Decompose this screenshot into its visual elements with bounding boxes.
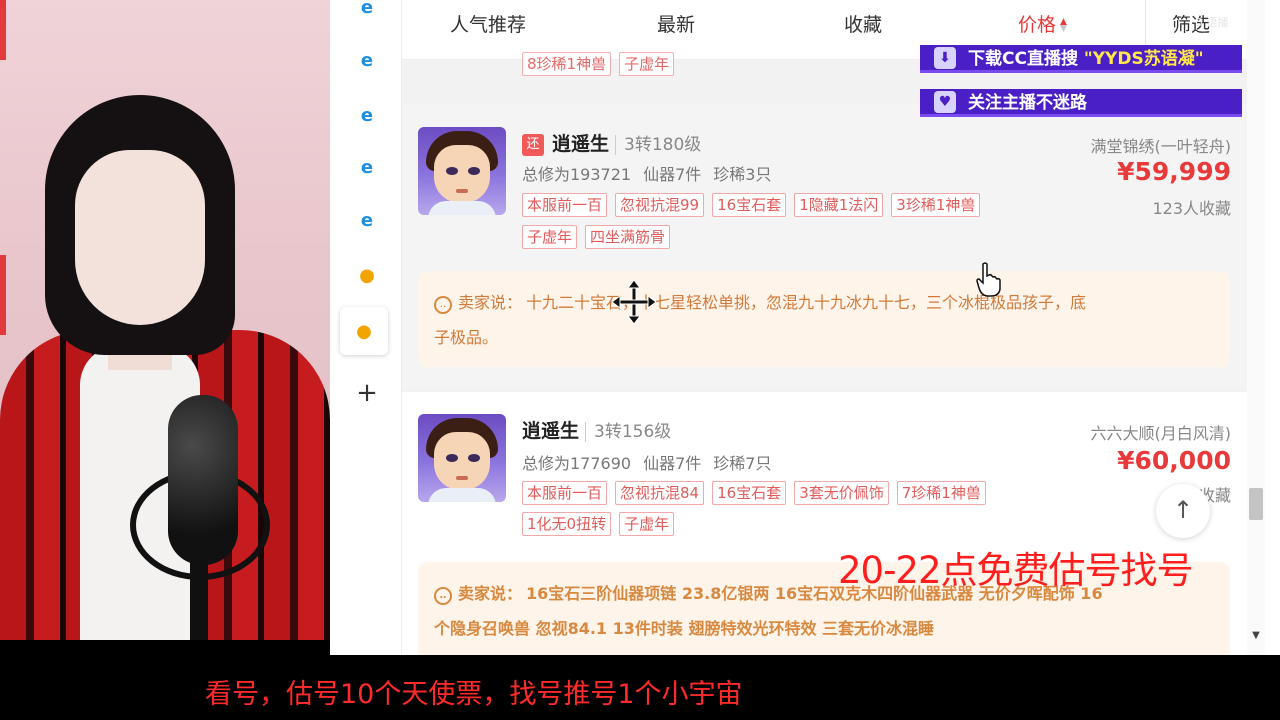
seller-label: 卖家说：: [458, 584, 523, 603]
listing-tags: 本服前一百 忽视抗混99 16宝石套 1隐藏1法闪 3珍稀1神兽: [522, 193, 988, 217]
tag: 本服前一百: [522, 193, 608, 217]
listing-card[interactable]: 还逍遥生 3转180级 总修为193721 仙器7件 珍稀3只 本服前一百 忽视抗混99…: [402, 103, 1247, 388]
character-stats: 总修为193721 仙器7件 珍稀3只: [522, 161, 783, 185]
total-cultivation: 总修为177690: [522, 454, 632, 473]
tag: 1化无0扭转: [522, 512, 612, 536]
tab-price[interactable]: 价格 ▲ ▼: [1018, 10, 1067, 38]
stream-watermark: 5 语播: [1196, 16, 1229, 29]
listing-price: ¥59,999: [1117, 157, 1231, 186]
character-name-row: 逍遥生 3转156级: [522, 416, 672, 443]
streamer-webcam: [0, 0, 330, 640]
rare-pets: 珍稀7只: [713, 454, 772, 473]
ie-icon[interactable]: e: [352, 45, 382, 75]
tag: 1隐藏1法闪: [794, 193, 884, 217]
tag: 本服前一百: [522, 481, 608, 505]
download-banner-highlight: "YYDS苏语凝": [1083, 49, 1204, 69]
listing-card[interactable]: 逍遥生 3转156级 总修为177690 仙器7件 珍稀7只 本服前一百 忽视抗混84 1…: [402, 392, 1247, 655]
server-name: 满堂锦绣(一叶轻舟): [1090, 137, 1232, 156]
tag: 3珍稀1神兽: [891, 193, 981, 217]
plus-icon[interactable]: +: [352, 378, 382, 408]
seller-label: 卖家说：: [458, 293, 523, 312]
tag: 16宝石套: [712, 193, 787, 217]
arrow-up-icon: ↑: [1172, 496, 1194, 524]
character-avatar: [418, 414, 506, 502]
seller-text-line2: 子极品。: [434, 328, 499, 347]
scrollbar-thumb[interactable]: [1249, 488, 1263, 520]
favorite-count: 123人收藏: [1152, 199, 1231, 218]
tag: 3套无价佩饰: [794, 481, 889, 505]
character-level: 3转156级: [585, 422, 672, 442]
follow-promo-banner: ♥ 关注主播不迷路: [920, 89, 1242, 117]
tag: 16宝石套: [712, 481, 787, 505]
listing-tags: 1化无0扭转 子虚年: [522, 512, 682, 536]
free-appraisal-note: 20-22点免费估号找号: [838, 549, 1194, 592]
tag: 7珍稀1神兽: [896, 481, 986, 505]
tag: 子虚年: [522, 225, 578, 249]
left-rail: e e e e e ● ● +: [330, 0, 402, 655]
tab-favorites[interactable]: 收藏: [844, 10, 882, 38]
character-avatar: [418, 127, 506, 215]
ie-icon[interactable]: e: [352, 100, 382, 130]
listing-price: ¥60,000: [1117, 446, 1231, 475]
tab-price-label: 价格: [1018, 14, 1057, 36]
ie-icon[interactable]: e: [352, 152, 382, 182]
download-banner-text: 下载CC直播搜: [968, 49, 1078, 69]
listing-tags: 子虚年 四坐满筋骨: [522, 225, 678, 249]
back-to-top-button[interactable]: ↑: [1156, 484, 1210, 538]
character-level: 3转180级: [615, 135, 702, 155]
tag: 四坐满筋骨: [585, 225, 671, 249]
previous-listing-tags: 8珍稀1神兽 子虚年: [522, 52, 682, 76]
sort-arrows-icon: ▲ ▼: [1060, 16, 1067, 34]
chat-icon: ‥: [434, 587, 452, 605]
return-badge: 还: [522, 134, 544, 156]
ie-icon[interactable]: e: [352, 0, 382, 22]
tag: 忽视抗混99: [615, 193, 705, 217]
scroll-down-icon[interactable]: ▼: [1249, 630, 1263, 644]
chick-icon[interactable]: ●: [352, 260, 382, 290]
download-promo-banner: ⬇ 下载CC直播搜 "YYDS苏语凝": [920, 45, 1242, 73]
listing-tags: 本服前一百 忽视抗混84 16宝石套 3套无价佩饰 7珍稀1神兽: [522, 481, 994, 505]
tab-newest[interactable]: 最新: [657, 10, 695, 38]
microphone-icon: [168, 395, 238, 565]
move-cursor-icon: [612, 280, 656, 324]
immortal-items: 仙器7件: [643, 165, 702, 184]
tag: 忽视抗混84: [615, 481, 705, 505]
tab-popular[interactable]: 人气推荐: [450, 10, 526, 38]
ie-icon[interactable]: e: [352, 205, 382, 235]
server-name: 六六大顺(月白风清): [1090, 424, 1232, 443]
tag: 子虚年: [619, 512, 675, 536]
rare-pets: 珍稀3只: [713, 165, 772, 184]
immortal-items: 仙器7件: [643, 454, 702, 473]
character-name: 逍遥生: [522, 420, 580, 442]
follow-banner-text: 关注主播不迷路: [968, 93, 1087, 113]
chat-icon: ‥: [434, 296, 452, 314]
total-cultivation: 总修为193721: [522, 165, 632, 184]
character-name: 逍遥生: [552, 133, 610, 155]
tag: 子虚年: [619, 52, 675, 76]
chick-icon[interactable]: ●: [340, 307, 388, 355]
seller-comment: ‥ 卖家说： 十九二十宝石，十七星轻松单挑，忽混九十九冰九十七，三个冰棍极品孩子，底…: [418, 271, 1230, 367]
hand-cursor-icon: [976, 262, 1001, 297]
character-stats: 总修为177690 仙器7件 珍稀7只: [522, 450, 783, 474]
seller-text-line2: 个隐身召唤兽 忽视84.1 13件时装 翅膀特效光环特效 三套无价冰混睡: [434, 619, 935, 638]
download-icon: ⬇: [934, 47, 956, 69]
bottom-caption: 看号，估号10个天使票，找号推号1个小宇宙: [205, 679, 743, 710]
heart-icon: ♥: [934, 91, 956, 113]
character-name-row: 还逍遥生 3转180级: [522, 129, 702, 156]
scrollbar[interactable]: [1247, 0, 1265, 655]
streamer-face: [75, 150, 205, 325]
tag: 8珍稀1神兽: [522, 52, 612, 76]
